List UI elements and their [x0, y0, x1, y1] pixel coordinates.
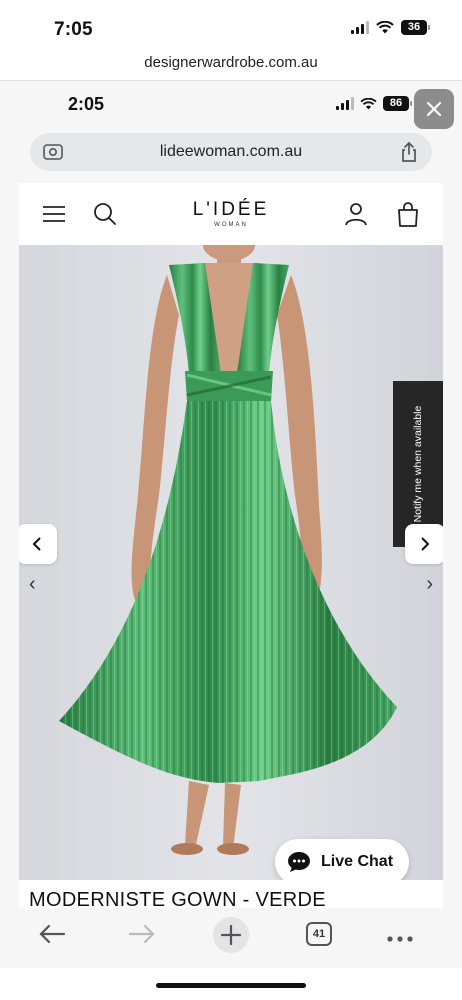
back-icon	[39, 924, 66, 944]
more-button[interactable]	[386, 930, 414, 948]
chevron-right-icon	[421, 537, 430, 551]
chevron-left-icon	[32, 537, 41, 551]
home-indicator[interactable]	[156, 983, 306, 988]
embedded-screenshot: 2:05 86 lideewoman.com.au L'IDÉE WOMAN N…	[0, 80, 462, 920]
carousel-next-button[interactable]	[405, 524, 443, 564]
plus-icon	[213, 917, 249, 953]
more-icon	[387, 936, 413, 942]
browser-toolbar: 41	[0, 908, 462, 968]
battery-icon: 36	[401, 20, 430, 35]
live-chat-button[interactable]: Live Chat	[275, 839, 409, 880]
notify-me-label: Notify me when available	[412, 405, 424, 523]
product-image[interactable]: Notify me when available ‹ › Live Chat	[19, 245, 443, 880]
outer-clock: 7:05	[54, 19, 93, 40]
image-next-arrow[interactable]: ›	[426, 573, 433, 596]
share-icon[interactable]	[400, 141, 418, 168]
site-header: L'IDÉE WOMAN	[19, 183, 443, 245]
outer-status-bar: 7:05 36	[0, 0, 462, 48]
signal-icon	[336, 97, 354, 110]
forward-button[interactable]	[128, 922, 156, 951]
website-viewport: L'IDÉE WOMAN Notify me when available ‹ …	[19, 183, 443, 910]
close-icon	[426, 101, 442, 117]
gown-photo	[19, 245, 443, 880]
logo-text: L'IDÉE	[192, 199, 270, 220]
outer-status-icons: 36	[351, 20, 430, 35]
battery-level: 86	[383, 96, 409, 111]
forward-icon	[128, 924, 155, 944]
tabs-button[interactable]: 41	[306, 922, 332, 946]
image-prev-arrow[interactable]: ‹	[29, 573, 36, 596]
account-icon[interactable]	[345, 202, 367, 231]
wifi-icon	[376, 21, 394, 34]
notify-me-tab[interactable]: Notify me when available	[393, 381, 443, 547]
brand-logo[interactable]: L'IDÉE WOMAN	[19, 199, 443, 228]
inner-status-icons: 86	[336, 96, 412, 111]
inner-clock: 2:05	[68, 94, 105, 114]
close-button[interactable]	[414, 89, 454, 129]
address-bar[interactable]: lideewoman.com.au	[30, 133, 432, 171]
signal-icon	[351, 21, 369, 34]
chat-bubble-icon	[288, 852, 310, 872]
bag-icon[interactable]	[397, 201, 419, 232]
live-chat-label: Live Chat	[321, 853, 394, 870]
back-button[interactable]	[38, 922, 66, 951]
carousel-prev-button[interactable]	[19, 524, 57, 564]
new-tab-button[interactable]	[212, 916, 250, 959]
logo-subtext: WOMAN	[214, 222, 248, 228]
inner-status-bar: 2:05 86	[0, 81, 462, 127]
battery-level: 36	[401, 20, 427, 35]
address-text: lideewoman.com.au	[159, 143, 303, 160]
product-title: MODERNISTE GOWN - VERDE	[29, 889, 326, 910]
wifi-icon	[360, 97, 377, 110]
outer-url-label[interactable]: designerwardrobe.com.au	[0, 54, 462, 71]
battery-icon: 86	[383, 96, 412, 111]
